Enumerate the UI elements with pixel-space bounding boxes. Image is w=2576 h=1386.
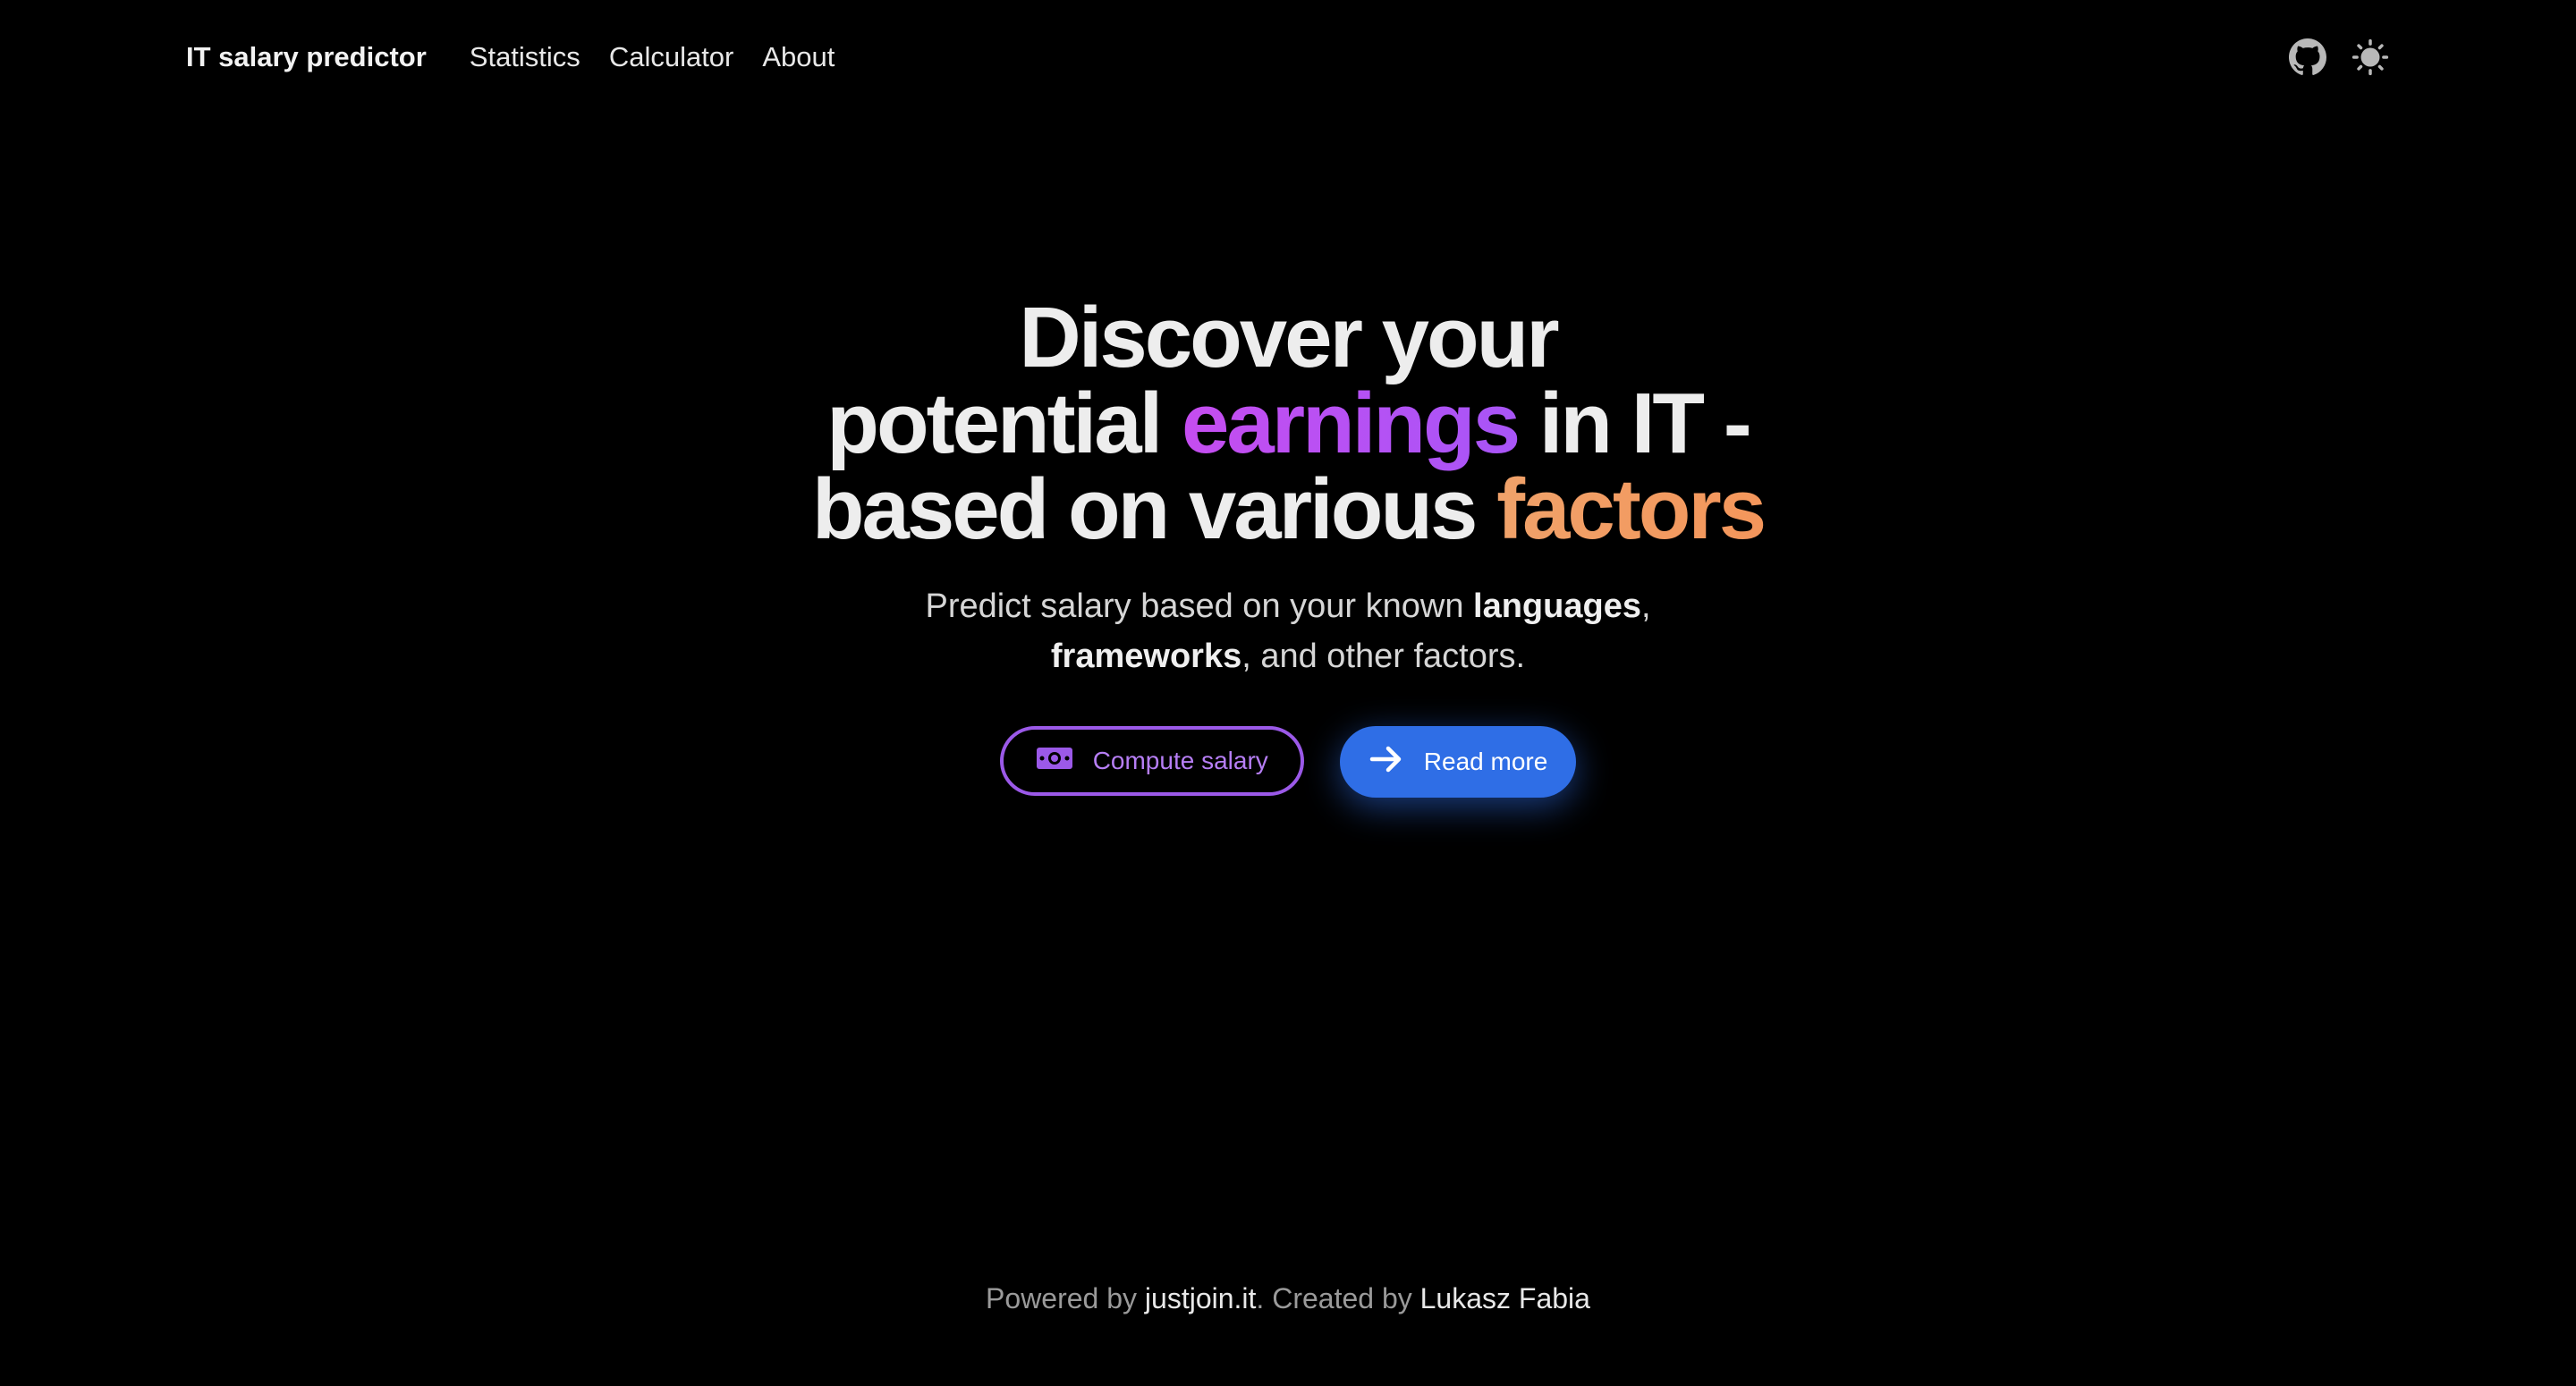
- compute-salary-button[interactable]: Compute salary: [999, 726, 1304, 796]
- brand-title[interactable]: IT salary predictor: [186, 41, 427, 73]
- subtitle-languages: languages: [1473, 587, 1641, 625]
- read-more-button[interactable]: Read more: [1339, 726, 1577, 798]
- headline-line-2: potential earnings in IT -: [0, 381, 2576, 467]
- headline-text: potential: [826, 376, 1182, 471]
- subtitle-text: , and other factors.: [1241, 638, 1526, 675]
- arrow-right-icon: [1368, 745, 1404, 780]
- hero-subtitle: Predict salary based on your known langu…: [841, 581, 1735, 681]
- justjoin-link[interactable]: justjoin.it: [1145, 1282, 1257, 1314]
- footer-text: . Created by: [1256, 1282, 1420, 1314]
- sun-icon[interactable]: [2351, 38, 2390, 77]
- nav-actions: [2288, 30, 2390, 84]
- hero-actions: Compute salary Read more: [0, 726, 2576, 798]
- top-nav: IT salary predictor Statistics Calculato…: [186, 30, 2390, 84]
- subtitle-frameworks: frameworks: [1050, 638, 1242, 675]
- compute-salary-label: Compute salary: [1092, 747, 1268, 774]
- footer-text: Powered by: [986, 1282, 1145, 1314]
- page: IT salary predictor Statistics Calculato…: [0, 0, 2576, 1386]
- nav-link-about[interactable]: About: [762, 41, 835, 73]
- highlight-earnings: earnings: [1181, 376, 1521, 471]
- headline-line-3: based on various factors: [0, 467, 2576, 553]
- hero-headline: Discover your potential earnings in IT -…: [0, 295, 2576, 553]
- highlight-factors: factors: [1496, 461, 1767, 557]
- read-more-label: Read more: [1423, 748, 1548, 775]
- headline-line-1: Discover your: [1019, 290, 1559, 385]
- money-icon: [1036, 745, 1073, 778]
- subtitle-text: Predict salary based on your known: [925, 587, 1474, 625]
- footer: Powered by justjoin.it. Created by Lukas…: [0, 1282, 2576, 1315]
- nav-link-calculator[interactable]: Calculator: [609, 41, 734, 73]
- author-link[interactable]: Lukasz Fabia: [1420, 1282, 1590, 1314]
- github-icon[interactable]: [2288, 38, 2327, 77]
- nav-link-statistics[interactable]: Statistics: [470, 41, 580, 73]
- headline-text: based on various: [811, 461, 1497, 557]
- hero-section: Discover your potential earnings in IT -…: [0, 295, 2576, 798]
- subtitle-text: ,: [1640, 587, 1651, 625]
- headline-text: in IT -: [1518, 376, 1752, 471]
